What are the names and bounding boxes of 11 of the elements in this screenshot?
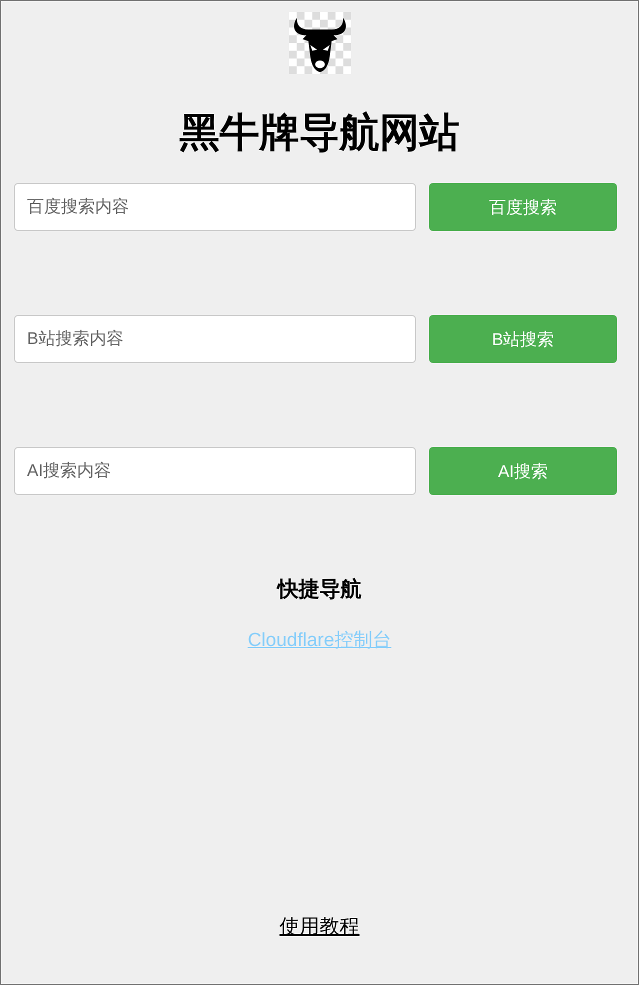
bull-logo-icon	[288, 11, 350, 75]
search-button[interactable]: 百度搜索	[429, 183, 617, 231]
section-heading: 快捷导航	[278, 576, 362, 603]
tutorial-link[interactable]: 使用教程	[280, 913, 360, 940]
search-button[interactable]: AI搜索	[429, 447, 617, 495]
site-title: 黑牛牌导航网站	[180, 110, 460, 157]
search-button[interactable]: B站搜索	[429, 315, 617, 363]
search-field[interactable]: AI搜索内容	[14, 447, 416, 495]
nav-link[interactable]: Cloudflare控制台	[248, 627, 392, 653]
search-field[interactable]: B站搜索内容	[14, 315, 416, 363]
search-field[interactable]: 百度搜索内容	[14, 183, 416, 231]
